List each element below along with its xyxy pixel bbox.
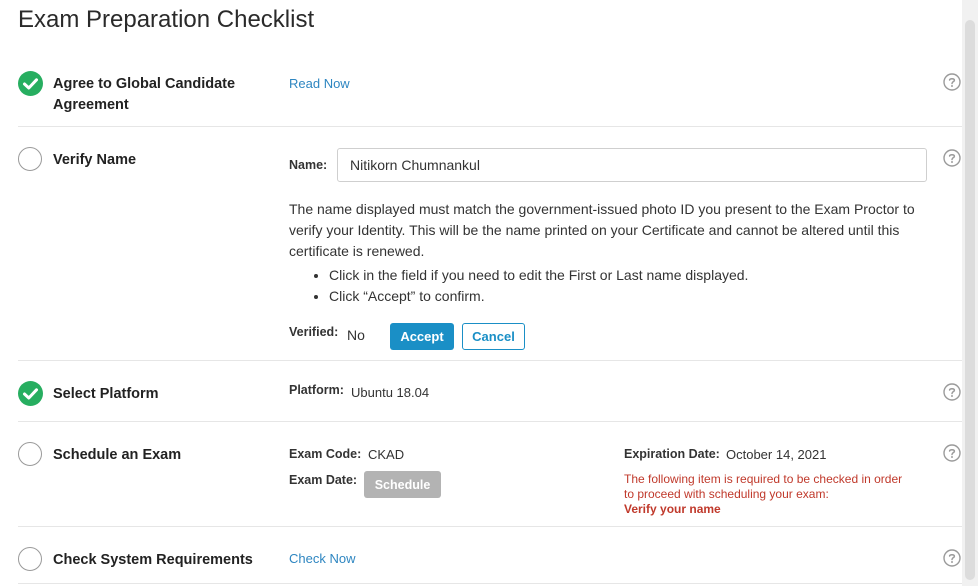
check-now-link[interactable]: Check Now bbox=[289, 551, 355, 566]
page-title: Exam Preparation Checklist bbox=[18, 6, 315, 33]
task-label-system: Check System Requirements bbox=[53, 552, 253, 568]
verified-value: No bbox=[347, 327, 365, 343]
verified-label: Verified: bbox=[289, 325, 339, 339]
question-circle-icon[interactable] bbox=[943, 73, 961, 91]
row-divider bbox=[18, 126, 962, 127]
name-input[interactable] bbox=[337, 148, 927, 182]
question-circle-icon[interactable] bbox=[943, 149, 961, 167]
expiration-value: October 14, 2021 bbox=[726, 447, 827, 462]
row-divider bbox=[18, 360, 962, 361]
question-circle-icon[interactable] bbox=[943, 444, 961, 462]
row-divider bbox=[18, 583, 962, 584]
empty-circle-icon bbox=[18, 547, 42, 571]
exam-code-value: CKAD bbox=[368, 447, 405, 462]
name-instructions: The name displayed must match the govern… bbox=[289, 201, 915, 259]
row-divider bbox=[18, 526, 962, 527]
list-item: Click “Accept” to confirm. bbox=[329, 286, 748, 307]
platform-label: Platform: bbox=[289, 383, 344, 397]
task-label-verify-name: Verify Name bbox=[53, 152, 137, 168]
expiration-label: Expiration Date: bbox=[624, 447, 720, 461]
empty-circle-icon bbox=[18, 147, 42, 171]
check-circle-icon bbox=[18, 381, 43, 406]
scrollbar-thumb[interactable] bbox=[965, 20, 975, 580]
read-now-link[interactable]: Read Now bbox=[289, 76, 350, 91]
task-label-schedule: Schedule an Exam bbox=[53, 447, 182, 463]
task-label-agreement: Agree to Global Candidate Agreement bbox=[53, 76, 236, 113]
question-circle-icon[interactable] bbox=[943, 549, 961, 567]
checklist-page: Exam Preparation Checklist Agree to Glob… bbox=[0, 0, 962, 586]
exam-date-label: Exam Date: bbox=[289, 473, 358, 487]
scrollbar[interactable] bbox=[962, 0, 978, 586]
empty-circle-icon bbox=[18, 442, 42, 466]
warning-text: The following item is required to be che… bbox=[624, 472, 903, 501]
check-circle-icon bbox=[18, 71, 43, 96]
list-item: Click in the field if you need to edit t… bbox=[329, 265, 748, 286]
question-circle-icon[interactable] bbox=[943, 383, 961, 401]
task-label-platform: Select Platform bbox=[53, 386, 159, 402]
row-divider bbox=[18, 421, 962, 422]
accept-button[interactable]: Accept bbox=[390, 323, 454, 350]
schedule-warning: The following item is required to be che… bbox=[624, 472, 914, 517]
instruction-list: Click in the field if you need to edit t… bbox=[289, 265, 748, 307]
platform-value: Ubuntu 18.04 bbox=[351, 385, 430, 400]
exam-code-label: Exam Code: bbox=[289, 447, 362, 461]
warning-item-link[interactable]: Verify your name bbox=[624, 502, 914, 517]
name-label: Name: bbox=[289, 158, 328, 172]
cancel-button[interactable]: Cancel bbox=[462, 323, 525, 350]
schedule-button[interactable]: Schedule bbox=[364, 471, 441, 498]
